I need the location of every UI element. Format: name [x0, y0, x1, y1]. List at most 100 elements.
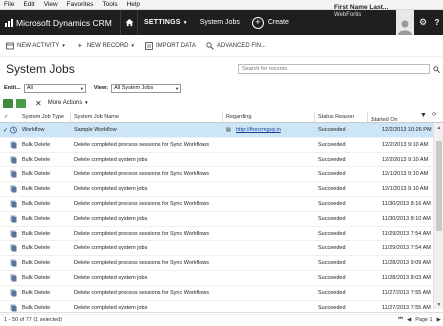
cell-type: Bulk Delete — [22, 230, 51, 237]
new-record-button[interactable]: + NEW RECORD ▼ — [76, 41, 135, 50]
export-excel-icon[interactable] — [3, 98, 13, 108]
sort-icon: ↓ — [371, 117, 374, 122]
table-row[interactable]: Bulk Delete Delete completed process ses… — [0, 286, 433, 301]
import-icon — [145, 41, 153, 50]
chevron-down-icon: ▼ — [182, 20, 188, 26]
search-icon[interactable] — [431, 64, 441, 74]
cell-type: Bulk Delete — [22, 289, 51, 296]
cell-name[interactable]: Delete completed system jobs — [74, 157, 147, 163]
page-number: Page 1 — [415, 316, 433, 323]
cell-status: Succeeded — [318, 201, 346, 207]
import-data-label: IMPORT DATA — [155, 42, 196, 49]
create-button[interactable]: + Create — [246, 16, 289, 29]
organization-name: WebFortis — [334, 12, 362, 18]
cell-started: 11/27/2013 7:55 AM — [382, 289, 431, 296]
bulk-delete-icon — [10, 156, 17, 164]
next-page-icon[interactable]: ▶ — [437, 317, 441, 323]
table-row[interactable]: Bulk Delete Delete completed system jobs… — [0, 271, 433, 286]
table-row[interactable]: Bulk Delete Delete completed process ses… — [0, 138, 433, 153]
col-header-type[interactable]: System Job Type — [22, 114, 64, 120]
settings-menu[interactable]: SETTINGS ▼ — [138, 19, 194, 26]
cell-type: Bulk Delete — [22, 201, 51, 207]
avatar[interactable] — [396, 10, 414, 35]
cell-name[interactable]: Delete completed process sessions for Sy… — [74, 142, 209, 148]
chart-icon[interactable] — [16, 98, 26, 108]
bulk-delete-icon — [10, 274, 17, 282]
table-row[interactable]: Bulk Delete Delete completed process ses… — [0, 197, 433, 212]
col-header-name[interactable]: System Job Name — [74, 114, 119, 120]
cell-started: 12/2/2013 10:26 PM — [382, 127, 432, 133]
advanced-find-button[interactable]: ADVANCED FIN... — [206, 41, 266, 50]
first-page-icon[interactable]: ⏮ — [398, 316, 403, 323]
table-row[interactable]: Bulk Delete Delete completed process ses… — [0, 167, 433, 183]
col-header-status[interactable]: Status Reason — [318, 114, 354, 120]
cell-status: Succeeded — [318, 186, 346, 193]
prev-page-icon[interactable]: ◀ — [407, 317, 411, 323]
menu-file[interactable]: File — [4, 1, 14, 8]
cell-name[interactable]: Delete completed system jobs — [74, 216, 147, 222]
user-info[interactable]: First Name Last... WebFortis — [334, 0, 394, 25]
vertical-scrollbar[interactable]: ▲ ▼ — [433, 123, 443, 309]
cell-name[interactable]: Delete completed process sessions for Sy… — [74, 260, 209, 266]
cell-type: Workflow — [22, 127, 45, 133]
cell-status: Succeeded — [318, 304, 346, 311]
cell-status: Succeeded — [318, 141, 346, 148]
cell-regarding-link[interactable]: http://thecrmguy.in — [236, 127, 281, 133]
breadcrumb[interactable]: System Jobs — [194, 19, 246, 26]
select-all-checkbox[interactable]: ✓ — [4, 114, 9, 120]
chevron-down-icon: ▼ — [130, 43, 135, 48]
cell-name[interactable]: Delete completed system jobs — [74, 275, 147, 281]
cell-started: 12/1/2013 9:10 AM — [382, 171, 429, 178]
row-checkbox[interactable]: ✓ — [3, 127, 8, 134]
table-row[interactable]: Bulk Delete Delete completed system jobs… — [0, 241, 433, 257]
table-row[interactable]: Bulk Delete Delete completed system jobs… — [0, 212, 433, 227]
gear-icon[interactable]: ⚙ — [417, 10, 429, 35]
search-input[interactable] — [238, 64, 430, 74]
cell-started: 11/30/2013 8:10 AM — [382, 215, 431, 222]
table-row[interactable]: Bulk Delete Delete completed process ses… — [0, 256, 433, 271]
menu-favorites[interactable]: Favorites — [67, 1, 94, 8]
entity-select[interactable]: All ▼ — [23, 83, 86, 93]
filter-icon[interactable]: ▼ — [420, 112, 427, 119]
cell-type: Bulk Delete — [22, 304, 51, 311]
cell-name[interactable]: Delete completed process sessions for Sy… — [74, 290, 209, 296]
cell-name[interactable]: Delete completed process sessions for Sy… — [74, 201, 209, 207]
scroll-thumb[interactable] — [436, 141, 442, 231]
new-activity-button[interactable]: NEW ACTIVITY ▼ — [6, 42, 66, 50]
cell-name[interactable]: Sample Workflow — [74, 127, 117, 133]
more-actions-button[interactable]: More Actions ▼ — [48, 100, 89, 106]
cell-name[interactable]: Delete completed system jobs — [74, 186, 147, 192]
dynamics-logo-icon — [5, 18, 13, 27]
scroll-up-icon[interactable]: ▲ — [434, 123, 443, 132]
cell-name[interactable]: Delete completed system jobs — [74, 305, 147, 311]
import-data-button[interactable]: IMPORT DATA — [145, 41, 196, 50]
table-row[interactable]: Bulk Delete Delete completed system jobs… — [0, 153, 433, 168]
refresh-icon[interactable]: ⟳ — [432, 112, 437, 118]
more-actions-label: More Actions — [47, 100, 83, 106]
menu-tools[interactable]: Tools — [102, 1, 117, 8]
brand[interactable]: Microsoft Dynamics CRM — [0, 18, 120, 28]
menu-edit[interactable]: Edit — [23, 1, 34, 8]
table-row[interactable]: Bulk Delete Delete completed system jobs… — [0, 182, 433, 197]
chevron-down-icon: ▼ — [61, 43, 66, 48]
cell-status: Succeeded — [318, 215, 346, 222]
menu-view[interactable]: View — [44, 1, 58, 8]
cell-name[interactable]: Delete completed process sessions for Sy… — [74, 171, 209, 177]
cell-started: 12/1/2013 9:10 AM — [382, 186, 429, 193]
view-select[interactable]: All System Jobs ▼ — [111, 83, 182, 93]
cell-started: 12/2/2013 9:10 AM — [382, 156, 429, 163]
cell-status: Succeeded — [318, 127, 346, 133]
menu-help[interactable]: Help — [127, 1, 140, 8]
help-icon[interactable]: ? — [431, 10, 443, 35]
filter-bar: Entit... All ▼ View: All System Jobs ▼ — [4, 83, 182, 93]
col-header-regarding[interactable]: Regarding — [226, 114, 251, 120]
delete-icon[interactable]: ✕ — [35, 99, 42, 108]
table-row[interactable]: ✓ Workflow Sample Workflow ▤ http://thec… — [0, 123, 433, 138]
chevron-down-icon: ▼ — [175, 85, 180, 91]
advanced-find-icon — [206, 41, 214, 50]
home-icon[interactable] — [121, 10, 137, 35]
cell-name[interactable]: Delete completed process sessions for Sy… — [74, 231, 209, 237]
cell-name[interactable]: Delete completed system jobs — [74, 245, 147, 251]
table-row[interactable]: Bulk Delete Delete completed process ses… — [0, 227, 433, 242]
scroll-down-icon[interactable]: ▼ — [434, 300, 443, 309]
